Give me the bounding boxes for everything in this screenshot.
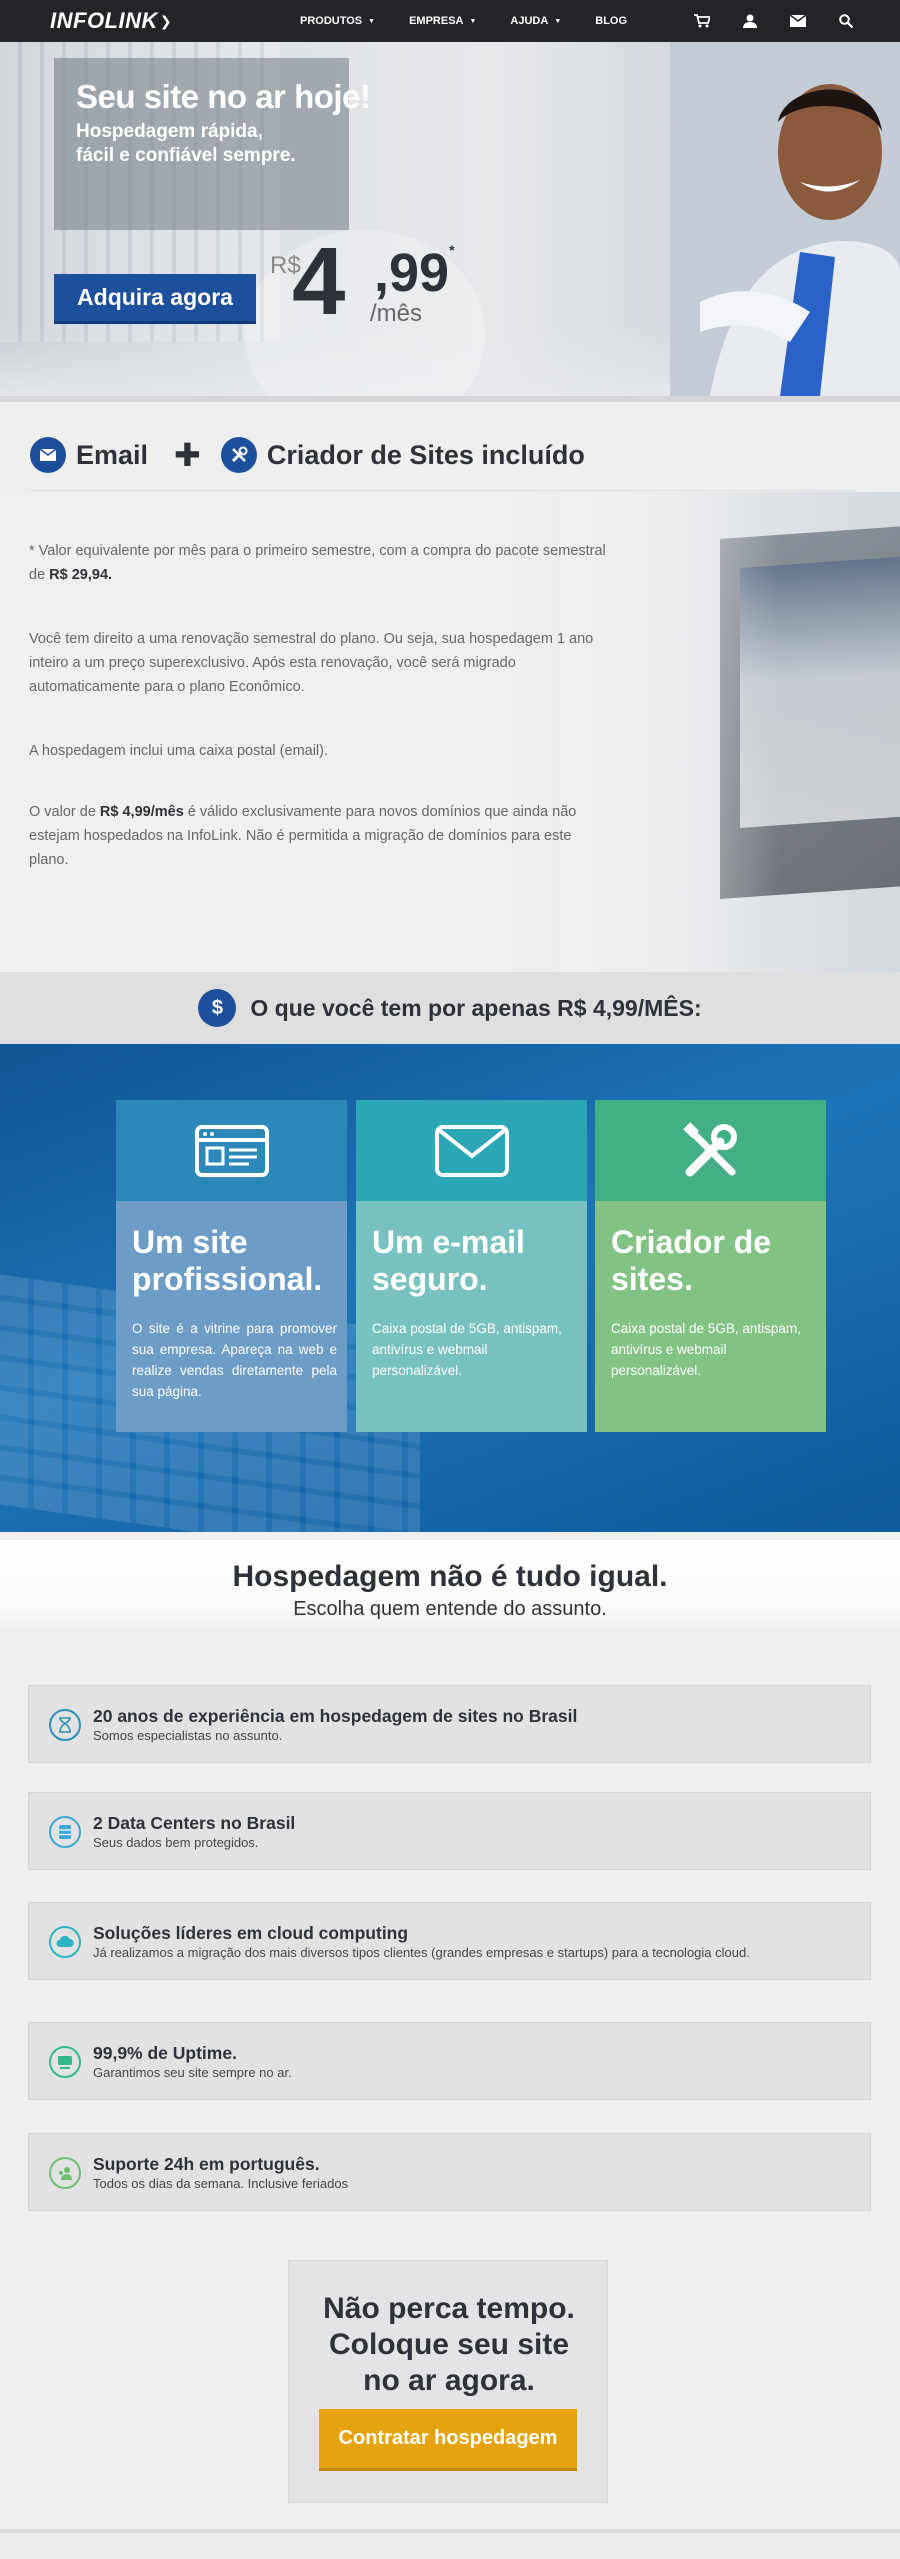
- infolink-logo[interactable]: INFOLINK ❯: [50, 8, 172, 34]
- cart-icon[interactable]: [678, 0, 726, 42]
- info-p1-text: * Valor equivalente por mês para o prime…: [29, 543, 606, 583]
- search-icon[interactable]: [822, 0, 870, 42]
- benefit-support: Suporte 24h em português. Todos os dias …: [28, 2133, 871, 2211]
- menu-item-blog[interactable]: BLOG: [595, 15, 627, 27]
- benefit-datacenters: 2 Data Centers no Brasil Seus dados bem …: [28, 1792, 871, 1870]
- info-paragraph-4: O valor de R$ 4,99/mês é válido exclusiv…: [29, 800, 609, 872]
- benefit-text: Todos os dias da semana. Inclusive feria…: [93, 2176, 349, 2191]
- dollar-icon: $: [198, 989, 237, 1027]
- envelope-icon: [30, 437, 66, 473]
- footer-strip: [0, 2529, 900, 2559]
- final-title-line-1: Não perca tempo.: [323, 2292, 575, 2325]
- hero-title: Seu site no ar hoje!: [76, 78, 371, 115]
- card-builder: Criador de sites. Caixa postal de 5GB, a…: [595, 1100, 826, 1432]
- logo-chevron-icon: ❯: [159, 12, 173, 29]
- benefit-text: Somos especialistas no assunto.: [93, 1728, 283, 1743]
- hero-divider: [0, 396, 900, 402]
- browser-icon: [116, 1100, 347, 1201]
- final-title-line-3: no ar agora.: [363, 2364, 535, 2397]
- menu-label: BLOG: [595, 15, 628, 27]
- hero-subtitle: Hospedagem rápida, fácil e confiável sem…: [76, 121, 296, 166]
- benefit-text: Garantimos seu site sempre no ar.: [93, 2065, 292, 2080]
- user-icon[interactable]: [726, 0, 774, 42]
- tools-icon: [220, 437, 257, 473]
- menu-label: PRODUTOS: [300, 15, 363, 27]
- builder-label: Criador de Sites incluído: [266, 439, 585, 470]
- info-p4-price: R$ 4,99/mês: [99, 804, 184, 820]
- envelope-icon: [356, 1100, 587, 1201]
- card-text: Caixa postal de 5GB, antispam, antivírus…: [611, 1321, 801, 1378]
- card-title: Um e-mail seguro.: [372, 1224, 525, 1297]
- price-asterisk: *: [449, 242, 455, 258]
- benefit-title: 2 Data Centers no Brasil: [93, 1813, 296, 1833]
- hero-person-image: [670, 42, 900, 396]
- main-menu: PRODUTOS ▼ EMPRESA ▼ AJUDA ▼ BLOG: [300, 0, 661, 42]
- menu-label: EMPRESA: [409, 15, 464, 27]
- final-cta-box: Não perca tempo. Coloque seu site no ar …: [288, 2260, 608, 2503]
- benefit-title: 99,9% de Uptime.: [93, 2043, 237, 2063]
- nav-icon-group: [678, 0, 870, 42]
- price-period: /mês: [370, 300, 423, 327]
- card-email: Um e-mail seguro. Caixa postal de 5GB, a…: [356, 1100, 587, 1432]
- tools-icon: [595, 1100, 826, 1201]
- hosp-title: Hospedagem não é tudo igual.: [232, 1560, 668, 1593]
- price-decimal-value: ,99: [374, 243, 450, 303]
- benefit-title: 20 anos de experiência em hospedagem de …: [93, 1706, 578, 1726]
- caret-down-icon: ▼: [469, 17, 477, 25]
- server-icon: [49, 2046, 81, 2078]
- info-paragraph-2: Você tem direito a uma renovação semestr…: [29, 631, 594, 695]
- card-site: Um site profissional. O site é a vitrine…: [116, 1100, 347, 1432]
- info-p1-price: R$ 29,94.: [49, 567, 113, 583]
- card-title: Criador de sites.: [611, 1224, 772, 1297]
- offer-bar: $ O que você tem por apenas R$ 4,99/MÊS:: [0, 972, 900, 1044]
- benefit-title: Soluções líderes em cloud computing: [93, 1923, 409, 1943]
- menu-label: AJUDA: [510, 15, 549, 27]
- logo-text: INFOLINK: [50, 8, 158, 33]
- hosp-subtitle: Escolha quem entende do assunto.: [293, 1598, 607, 1620]
- benefit-text: Já realizamos a migração dos mais divers…: [93, 1945, 750, 1960]
- plus-icon: ✚: [174, 437, 201, 473]
- info-paragraph-3: A hospedagem inclui uma caixa postal (em…: [29, 743, 329, 759]
- support-icon: [49, 2157, 81, 2189]
- benefit-text: Seus dados bem protegidos.: [93, 1835, 259, 1850]
- top-navbar: INFOLINK ❯ PRODUTOS ▼ EMPRESA ▼ AJUDA ▼ BLO…: [0, 0, 900, 42]
- database-icon: [49, 1816, 81, 1848]
- card-text: Caixa postal de 5GB, antispam, antivírus…: [372, 1321, 562, 1378]
- card-text: O site é a vitrine para promover sua emp…: [132, 1321, 337, 1399]
- info-p4-text-a: O valor de: [29, 804, 100, 820]
- contratar-hospedagem-button[interactable]: Contratar hospedagem: [319, 2409, 577, 2471]
- price-integer: 4: [292, 228, 346, 335]
- menu-item-ajuda[interactable]: AJUDA ▼: [510, 15, 561, 27]
- benefit-experience: 20 anos de experiência em hospedagem de …: [28, 1685, 871, 1763]
- menu-item-empresa[interactable]: EMPRESA ▼: [409, 15, 476, 27]
- caret-down-icon: ▼: [554, 17, 562, 25]
- final-cta-title: Não perca tempo. Coloque seu site no ar …: [289, 2291, 609, 2399]
- caret-down-icon: ▼: [368, 17, 376, 25]
- price-decimal: ,99*: [374, 242, 455, 304]
- offer-bar-text: O que você tem por apenas R$ 4,99/MÊS:: [250, 994, 702, 1021]
- info-paragraph-1: * Valor equivalente por mês para o prime…: [29, 539, 609, 587]
- benefit-cloud: Soluções líderes em cloud computing Já r…: [28, 1902, 871, 1980]
- mail-icon[interactable]: [774, 0, 822, 42]
- hourglass-icon: [49, 1709, 81, 1741]
- adquira-agora-button[interactable]: Adquira agora: [54, 274, 256, 324]
- features-divider: [30, 490, 856, 491]
- benefit-title: Suporte 24h em português.: [93, 2154, 320, 2174]
- email-label: Email: [76, 439, 149, 470]
- features-heading: Email ✚ Criador de Sites incluído: [30, 435, 585, 475]
- card-title: Um site profissional.: [132, 1224, 323, 1297]
- cloud-icon: [49, 1926, 81, 1958]
- final-title-line-2: Coloque seu site: [328, 2328, 570, 2361]
- menu-item-produtos[interactable]: PRODUTOS ▼: [300, 15, 375, 27]
- benefit-uptime: 99,9% de Uptime. Garantimos seu site sem…: [28, 2022, 871, 2100]
